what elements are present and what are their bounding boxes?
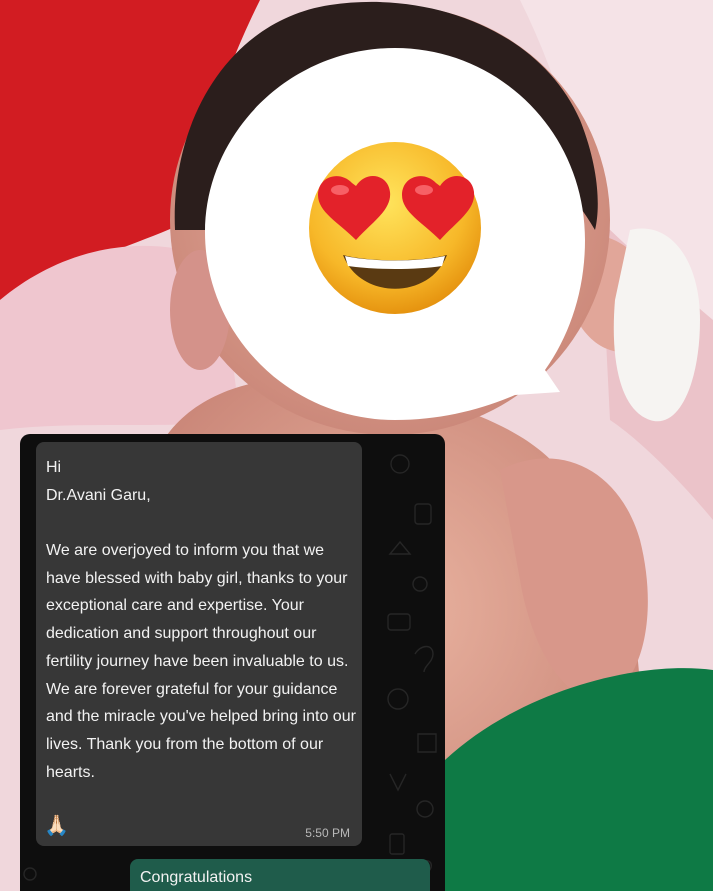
incoming-message-bubble[interactable]: Hi Dr.Avani Garu, We are overjoyed to in… (36, 442, 362, 846)
message-greeting: Hi Dr.Avani Garu, (46, 459, 151, 504)
outgoing-message-bubble[interactable]: Congratulations (130, 859, 430, 891)
folded-hands-icon: 🙏🏻 (44, 815, 69, 837)
whatsapp-chat-panel: Hi Dr.Avani Garu, We are overjoyed to in… (20, 434, 445, 891)
outgoing-message-text: Congratulations (140, 869, 253, 886)
screenshot-stage: Hi Dr.Avani Garu, We are overjoyed to in… (0, 0, 713, 891)
message-timestamp: 5:50 PM (305, 826, 350, 840)
heart-eyes-emoji-icon (309, 142, 481, 314)
message-body: We are overjoyed to inform you that we h… (46, 542, 356, 781)
